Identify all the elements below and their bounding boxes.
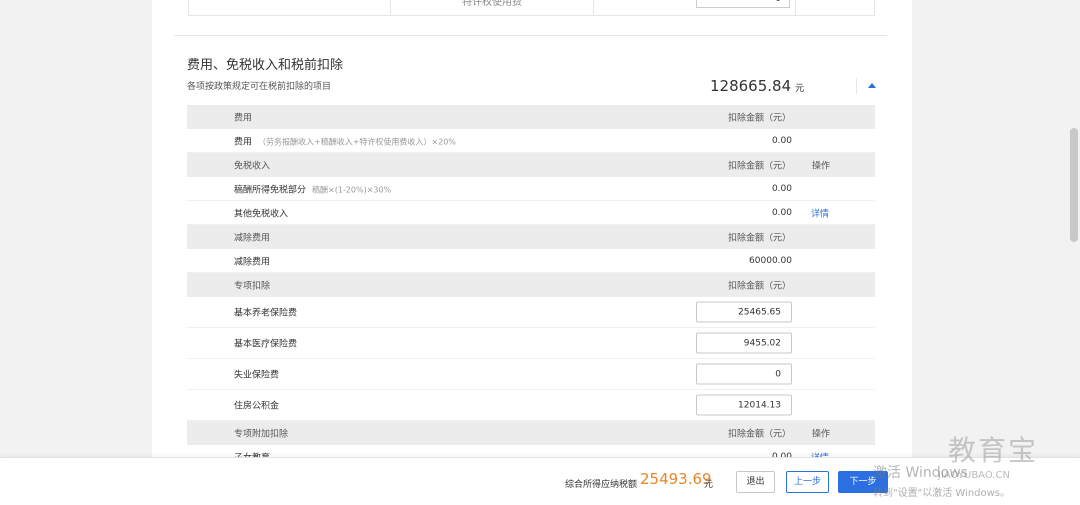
collapse-up-icon[interactable] <box>868 83 876 88</box>
operation-column-header: 操作 <box>812 161 831 172</box>
pension-label: 基本养老保险费 <box>234 308 298 319</box>
table-row: 住房公积金 <box>187 390 875 421</box>
unemployment-input[interactable] <box>696 363 792 385</box>
additional-header-row: 专项附加扣除 扣除金额（元） 操作 <box>187 421 875 445</box>
royalty-label: 特许权使用费 <box>462 0 522 8</box>
main-panel: 特许权使用费 0 费用、免税收入和税前扣除 各项按政策规定可在税前扣除的项目 1… <box>152 0 912 505</box>
table-row: 失业保险费 <box>187 359 875 390</box>
row-label-group: 稿酬所得免税部分 稿酬×(1-20%)×30% <box>234 182 391 195</box>
exit-button[interactable]: 退出 <box>736 471 775 493</box>
deduct-header-row: 减除费用 扣除金额（元） <box>187 225 875 249</box>
expense-label: 费用 <box>234 137 253 147</box>
section-subtitle: 各项按政策规定可在税前扣除的项目 <box>187 82 332 92</box>
section-total: 128665.84 元 <box>710 77 804 95</box>
expense-header-row: 费用 扣除金额（元） <box>187 105 875 129</box>
medical-label: 基本医疗保险费 <box>234 339 298 350</box>
deduct-label: 减除费用 <box>234 257 271 267</box>
table-row: 减除费用 60000.00 <box>187 249 875 273</box>
royalty-input[interactable]: 0 <box>696 0 790 8</box>
table-row: 基本医疗保险费 <box>187 328 875 359</box>
site-watermark-url: JIAOYUBAO.CN <box>938 470 1010 481</box>
table-row: 基本养老保险费 <box>187 297 875 328</box>
medical-input[interactable] <box>696 332 792 354</box>
section-total-value: 128665.84 <box>710 77 792 95</box>
previous-step-button[interactable]: 上一步 <box>786 471 829 493</box>
deduct-header-label: 减除费用 <box>234 233 271 244</box>
other-exempt-value: 0.00 <box>771 207 792 218</box>
royalty-exempt-value: 0.00 <box>771 183 792 194</box>
pension-input[interactable] <box>696 301 792 323</box>
amount-column-header: 扣除金额（元） <box>728 429 792 440</box>
section-total-unit: 元 <box>795 84 805 94</box>
deduct-value: 60000.00 <box>749 255 792 266</box>
row-label-group: 费用 （劳务报酬收入+稿酬收入+特许权使用费收入）×20% <box>234 134 456 147</box>
other-exempt-details-link[interactable]: 详情 <box>811 206 829 219</box>
site-watermark-logo: 教育宝 <box>948 434 1039 467</box>
tax-payable-label: 综合所得应纳税额 <box>565 480 638 490</box>
expense-note: （劳务报酬收入+稿酬收入+特许权使用费收入）×20% <box>258 137 456 146</box>
other-exempt-label: 其他免税收入 <box>234 209 289 219</box>
scrollbar-thumb[interactable] <box>1070 128 1078 242</box>
table-cell <box>189 0 391 16</box>
table-row: 其他免税收入 0.00 详情 <box>187 201 875 225</box>
amount-column-header: 扣除金额（元） <box>728 233 792 244</box>
table-cell: 特许权使用费 <box>391 0 594 16</box>
housing-fund-input[interactable] <box>696 394 792 416</box>
table-row: 费用 （劳务报酬收入+稿酬收入+特许权使用费收入）×20% 0.00 <box>187 129 875 153</box>
special-header-row: 专项扣除 扣除金额（元） <box>187 273 875 297</box>
royalty-exempt-label: 稿酬所得免税部分 <box>234 185 307 195</box>
deduction-table: 费用 扣除金额（元） 费用 （劳务报酬收入+稿酬收入+特许权使用费收入）×20% … <box>187 105 875 469</box>
header-separator <box>856 78 857 94</box>
scrollbar-track[interactable] <box>1068 0 1080 505</box>
tax-payable-unit: 元 <box>704 480 714 490</box>
operation-column-header: 操作 <box>812 429 831 440</box>
expense-value: 0.00 <box>771 135 792 146</box>
exempt-header-row: 免税收入 扣除金额（元） 操作 <box>187 153 875 177</box>
section-title: 费用、免税收入和税前扣除 <box>187 58 344 73</box>
royalty-exempt-note: 稿酬×(1-20%)×30% <box>312 185 392 194</box>
special-header-label: 专项扣除 <box>234 281 271 292</box>
additional-header-label: 专项附加扣除 <box>234 429 289 440</box>
amount-column-header: 扣除金额（元） <box>728 281 792 292</box>
tax-payable-amount: 25493.69 <box>640 470 712 488</box>
amount-column-header: 扣除金额（元） <box>728 113 792 124</box>
section-divider <box>174 35 887 36</box>
windows-activation-subtitle: 转到"设置"以激活 Windows。 <box>873 488 1011 499</box>
expense-header-label: 费用 <box>234 113 253 124</box>
previous-table-partial: 特许权使用费 0 <box>188 0 875 16</box>
housing-fund-label: 住房公积金 <box>234 401 280 412</box>
amount-column-header: 扣除金额（元） <box>728 161 792 172</box>
exempt-header-label: 免税收入 <box>234 161 271 172</box>
table-row: 稿酬所得免税部分 稿酬×(1-20%)×30% 0.00 <box>187 177 875 201</box>
unemployment-label: 失业保险费 <box>234 370 280 381</box>
